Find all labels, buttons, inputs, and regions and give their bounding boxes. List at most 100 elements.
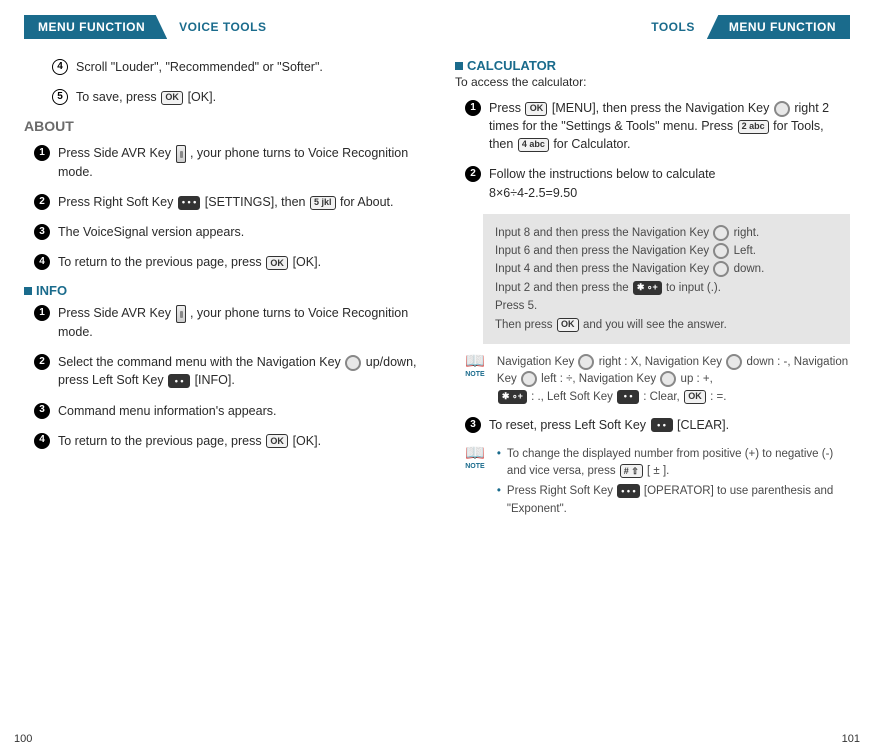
square-bullet-icon [24,287,32,295]
step-text: To return to the previous page, press OK… [58,253,419,271]
section-voice-tools: VOICE TOOLS [179,20,266,34]
text-fragment: [MENU], then press the Navigation Key [552,101,769,115]
text-fragment: To return to the previous page, press [58,255,262,269]
book-icon: 📖 [462,355,488,369]
star-key-icon: ✱ ∘+ [633,281,662,295]
text-fragment: Left. [734,245,756,257]
text-fragment: [OK]. [293,255,321,269]
example-line: Input 8 and then press the Navigation Ke… [495,224,838,242]
right-soft-key-icon: • • • [617,484,639,498]
step-text: Select the command menu with the Navigat… [58,353,419,389]
star-key-icon: ✱ ∘+ [498,390,527,404]
page-left: MENU FUNCTION VOICE TOOLS 4 Scroll "Loud… [0,0,437,755]
key-5-icon: 5 jkl [310,196,336,210]
navigation-key-icon [345,355,361,371]
note-nav-operations: 📖 NOTE Navigation Key right : X, Navigat… [461,354,850,406]
step-text: Press Side AVR Key , your phone turns to… [58,144,419,181]
heading-about: ABOUT [24,118,419,134]
right-soft-key-icon: • • • [178,196,200,210]
left-soft-key-icon: • • [651,418,673,432]
text-fragment: 8×6÷4-2.5=9.50 [489,186,577,200]
left-soft-key-icon: • • [617,390,639,404]
ok-key-icon: OK [266,434,288,448]
step-number-1-icon: 1 [34,305,50,321]
text-fragment: [OK]. [188,90,216,104]
text-fragment: down. [734,263,765,275]
navigation-key-icon [521,371,537,387]
heading-text: INFO [36,283,67,298]
info-step-2: 2 Select the command menu with the Navig… [34,353,419,389]
text-fragment: [INFO]. [195,373,235,387]
step-text: Press Side AVR Key , your phone turns to… [58,304,419,341]
step-number-3-icon: 3 [34,224,50,240]
navigation-key-icon [774,101,790,117]
text-fragment: Input 6 and then press the Navigation Ke… [495,245,709,257]
info-step-3: 3 Command menu information's appears. [34,402,419,420]
calculator-subtitle: To access the calculator: [455,75,850,89]
text-fragment: Press Side AVR Key [58,306,171,320]
text-fragment: right : X, Navigation Key [599,356,722,368]
step-number-4-icon: 4 [34,433,50,449]
ok-key-icon: OK [557,318,579,332]
note-icon: 📖 NOTE [461,354,489,406]
ok-key-icon: OK [161,91,183,105]
hash-key-icon: # ⇧ [620,464,643,478]
example-line: Press 5. [495,297,838,315]
info-step-1: 1 Press Side AVR Key , your phone turns … [34,304,419,341]
ok-key-icon: OK [266,256,288,270]
heading-calculator: CALCULATOR [455,58,850,73]
note-label: NOTE [461,370,489,381]
manual-spread: MENU FUNCTION VOICE TOOLS 4 Scroll "Loud… [0,0,874,755]
key-4-icon: 4 abc [518,138,549,152]
text-fragment: [OK]. [293,434,321,448]
step-number-3-icon: 3 [34,403,50,419]
text-fragment: To save, press [76,90,157,104]
text-fragment: for Calculator. [553,137,630,151]
note-list-item: Press Right Soft Key • • • [OPERATOR] to… [497,483,850,518]
step-text: Press Right Soft Key • • • [SETTINGS], t… [58,193,419,211]
step-number-2-icon: 2 [34,354,50,370]
note-body: Navigation Key right : X, Navigation Key… [497,354,850,406]
note-label: NOTE [461,462,489,473]
note-list: To change the displayed number from posi… [497,446,850,518]
text-fragment: [CLEAR]. [677,418,729,432]
text-fragment: Input 4 and then press the Navigation Ke… [495,263,709,275]
left-soft-key-icon: • • [168,374,190,388]
navigation-key-icon [660,371,676,387]
section-tools: TOOLS [651,20,695,34]
note-list-item: To change the displayed number from posi… [497,446,850,481]
navigation-key-icon [713,261,729,277]
about-step-1: 1 Press Side AVR Key , your phone turns … [34,144,419,181]
step-number-1-icon: 1 [34,145,50,161]
text-fragment: Input 8 and then press the Navigation Ke… [495,227,709,239]
text-fragment: Then press [495,319,553,331]
book-icon: 📖 [462,447,488,461]
step-text: The VoiceSignal version appears. [58,223,419,241]
key-2-icon: 2 abc [738,120,769,134]
square-bullet-icon [455,62,463,70]
text-fragment: for About. [340,195,394,209]
page-right: TOOLS MENU FUNCTION CALCULATOR To access… [437,0,874,755]
navigation-key-icon [726,354,742,370]
text-fragment: left : ÷, Navigation Key [541,373,656,385]
info-step-4: 4 To return to the previous page, press … [34,432,419,450]
step-number-4-icon: 4 [34,254,50,270]
text-fragment: to input (.). [666,282,721,294]
step-text: Press OK [MENU], then press the Navigati… [489,99,850,153]
text-fragment: To reset, press Left Soft Key [489,418,646,432]
text-fragment: To change the displayed number from posi… [507,448,833,477]
calc-step-1: 1 Press OK [MENU], then press the Naviga… [465,99,850,153]
top-bar-left: MENU FUNCTION VOICE TOOLS [24,14,419,40]
step-number-3-icon: 3 [465,417,481,433]
example-line: Input 6 and then press the Navigation Ke… [495,242,838,260]
text-fragment: Press Side AVR Key [58,146,171,160]
calc-step-2: 2 Follow the instructions below to calcu… [465,165,850,201]
text-fragment: Press [489,101,521,115]
calc-step-3: 3 To reset, press Left Soft Key • • [CLE… [465,416,850,434]
heading-text: CALCULATOR [467,58,556,73]
text-fragment: Navigation Key [497,356,574,368]
step-number-2-icon: 2 [34,194,50,210]
text-fragment: Press Right Soft Key [507,485,613,497]
text-fragment: : =. [710,391,726,403]
text-fragment: Input 2 and then press the [495,282,629,294]
